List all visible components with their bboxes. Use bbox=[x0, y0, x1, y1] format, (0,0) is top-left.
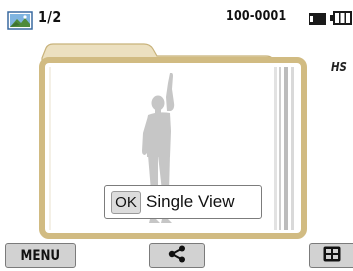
share-icon bbox=[167, 245, 187, 267]
playback-screen: 1/2 100-0001 HS OK Single View MENU bbox=[0, 0, 353, 271]
single-view-button[interactable]: OK Single View bbox=[104, 185, 262, 219]
menu-label: MENU bbox=[20, 247, 61, 264]
menu-button[interactable]: MENU bbox=[5, 243, 76, 268]
battery-full-icon bbox=[330, 10, 353, 26]
thumbnail-view-icon bbox=[323, 246, 341, 266]
share-button[interactable] bbox=[149, 243, 205, 268]
playback-photo-icon bbox=[7, 10, 34, 32]
single-view-label: Single View bbox=[146, 192, 235, 211]
image-counter: 1/2 bbox=[38, 8, 62, 26]
status-bar: 1/2 100-0001 bbox=[0, 0, 353, 40]
hs-label: HS bbox=[331, 60, 347, 74]
memory-card-icon bbox=[308, 11, 327, 25]
ok-key-label: OK bbox=[111, 190, 141, 214]
file-number: 100-0001 bbox=[226, 9, 287, 24]
bottom-toolbar: MENU bbox=[0, 241, 353, 271]
thumbnail-view-button[interactable] bbox=[309, 243, 353, 268]
